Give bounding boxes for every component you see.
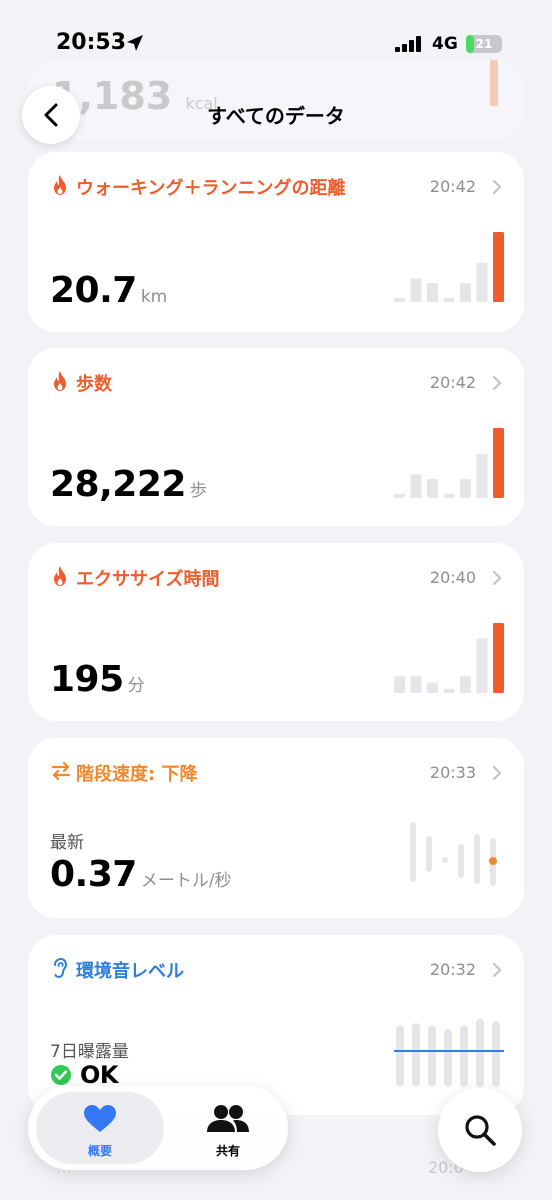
chart-bar (493, 232, 504, 302)
card-time: 20:33 (429, 763, 476, 782)
chart-bar (410, 676, 422, 693)
card-walking-running-distance[interactable]: ウォーキング＋ランニングの距離 20:42 20.7 km (28, 152, 524, 332)
chart-bar (476, 638, 488, 693)
weekly-bar-chart (394, 232, 504, 302)
chart-bar (410, 474, 422, 498)
search-icon (465, 1115, 496, 1146)
battery-level: 21 (475, 37, 493, 51)
battery-icon: 21 (466, 35, 502, 53)
card-value-unit: 分 (127, 676, 145, 696)
card-value: 195 分 (50, 659, 145, 700)
card-subtitle: 7日曝露量 (50, 1042, 129, 1062)
card-value-unit: メートル/秒 (140, 871, 232, 891)
tab-summary[interactable]: 概要 (36, 1092, 164, 1164)
card-value: 28,222 歩 (50, 464, 207, 505)
chart-bar (476, 262, 488, 302)
card-value: 20.7 km (50, 270, 167, 311)
card-steps[interactable]: 歩数 20:42 28,222 歩 (28, 348, 524, 526)
range-chart (410, 822, 497, 886)
card-exercise-time[interactable]: エクササイズ時間 20:40 195 分 (28, 543, 524, 721)
tab-bar: 概要 共有 (28, 1086, 288, 1170)
chart-bar (394, 493, 405, 498)
status-bar: 20:53 4G 21 (0, 0, 552, 90)
chart-bar (460, 283, 471, 302)
card-value-number: OK (80, 1061, 119, 1089)
chart-bar (460, 479, 471, 498)
chart-bar (443, 493, 455, 498)
location-arrow-icon (127, 35, 143, 51)
card-value-number: 195 (50, 659, 124, 700)
tab-summary-label: 概要 (87, 1144, 112, 1158)
flame-icon (54, 566, 66, 586)
chart-bar (460, 676, 471, 693)
search-button[interactable] (438, 1088, 522, 1172)
chevron-right-icon (492, 570, 502, 586)
page-title: すべてのデータ (207, 104, 345, 128)
chart-bar (394, 297, 405, 302)
chart-bar (394, 676, 405, 693)
flame-icon (54, 175, 66, 195)
chevron-right-icon (492, 765, 502, 781)
flame-icon (54, 371, 66, 391)
card-stair-speed-down[interactable]: 階段速度: 下降 20:33 最新 0.37 メートル/秒 (28, 738, 524, 918)
card-title: 階段速度: 下降 (76, 764, 198, 785)
chart-bar (493, 428, 504, 498)
chart-bar (427, 479, 438, 498)
people-icon (207, 1105, 249, 1132)
chart-bar (493, 623, 504, 693)
card-time: 20:32 (429, 960, 476, 979)
checkmark-circle-icon (51, 1065, 71, 1085)
tab-sharing[interactable]: 共有 (178, 1092, 278, 1164)
weekly-bar-chart (394, 623, 504, 693)
heart-icon (84, 1105, 116, 1132)
tab-sharing-label: 共有 (215, 1144, 240, 1158)
card-title: 環境音レベル (76, 961, 184, 982)
chart-bar (476, 453, 488, 498)
card-value-unit: 歩 (189, 481, 207, 501)
card-value: 0.37 メートル/秒 (50, 854, 232, 895)
card-value-unit: km (140, 287, 168, 307)
chart-bar (427, 283, 438, 302)
card-time: 20:42 (429, 373, 476, 392)
card-value-number: 0.37 (50, 854, 137, 895)
card-title: 歩数 (76, 374, 112, 395)
card-value-number: 20.7 (50, 270, 137, 311)
arrows-swap-icon (51, 761, 71, 781)
chevron-right-icon (492, 179, 502, 195)
ear-icon (54, 957, 68, 979)
card-subtitle: 最新 (50, 833, 84, 853)
chart-bar (410, 278, 422, 302)
sound-level-chart (394, 1019, 504, 1087)
card-time: 20:42 (429, 177, 476, 196)
card-title: エクササイズ時間 (76, 569, 220, 590)
card-title: ウォーキング＋ランニングの距離 (76, 178, 346, 199)
chevron-right-icon (492, 375, 502, 391)
weekly-bar-chart (394, 428, 504, 498)
card-value-number: 28,222 (50, 464, 186, 505)
network-label: 4G (432, 34, 458, 54)
chevron-right-icon (492, 962, 502, 978)
chart-bar (443, 688, 455, 693)
signal-icon (395, 36, 421, 52)
chart-bar (427, 682, 438, 693)
chart-bar (443, 297, 455, 302)
card-time: 20:40 (429, 568, 476, 587)
card-value: OK (50, 1061, 119, 1089)
status-time: 20:53 (56, 30, 127, 55)
